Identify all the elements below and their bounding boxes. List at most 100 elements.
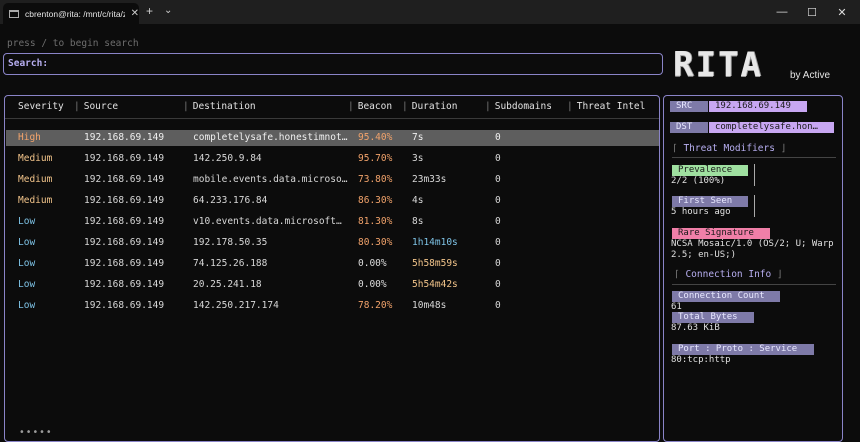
connection-info-title: ⌈ Connection Info ⌋ bbox=[674, 269, 783, 280]
section-title-text: Threat Modifiers bbox=[683, 143, 775, 154]
rare-signature-value-line1: NCSA Mosaic/1.0 (OS/2; U; Warp bbox=[671, 239, 834, 249]
minimize-button[interactable]: — bbox=[767, 3, 797, 21]
prevalence-bar bbox=[754, 164, 755, 186]
port-proto-service-value: 80:tcp:http bbox=[671, 355, 731, 365]
cell-severity: Medium bbox=[18, 153, 53, 164]
column-header-label: Duration bbox=[411, 101, 458, 112]
cell-duration: 8s bbox=[412, 216, 424, 227]
total-bytes-value: 87.63 KiB bbox=[671, 323, 720, 333]
new-tab-button[interactable]: + bbox=[146, 4, 153, 18]
title-bar: cbrenton@rita: /mnt/c/rita/ze ✕ + ⌄ — ☐ … bbox=[0, 0, 860, 24]
pagination-dots[interactable]: ••••• bbox=[19, 427, 53, 438]
column-header-source[interactable]: | Source bbox=[74, 101, 118, 112]
cell-subdomains: 0 bbox=[495, 216, 501, 227]
dst-label: DST bbox=[670, 122, 708, 133]
table-row[interactable]: Low 192.168.69.149 v10.events.data.microso… bbox=[6, 214, 659, 230]
column-header-destination[interactable]: | Destination bbox=[183, 101, 256, 112]
threat-modifiers-title: ⌈ Threat Modifiers ⌋ bbox=[672, 143, 787, 154]
table-header: Severity | Source | Destination | Beacon | D… bbox=[5, 101, 659, 115]
tab-dropdown-button[interactable]: ⌄ bbox=[164, 4, 172, 18]
cell-destination: 192.178.50.35 bbox=[193, 237, 268, 248]
cell-source: 192.168.69.149 bbox=[84, 174, 165, 185]
cell-severity: Low bbox=[18, 300, 36, 311]
table-row[interactable]: Medium 192.168.69.149 142.250.9.84 95.70% 3s… bbox=[6, 151, 659, 167]
maximize-button[interactable]: ☐ bbox=[797, 3, 827, 21]
cell-source: 192.168.69.149 bbox=[84, 195, 165, 206]
column-header-subdomains[interactable]: | Subdomains bbox=[485, 101, 552, 112]
cell-destination: 64.233.176.84 bbox=[193, 195, 268, 206]
port-proto-service-label: Port : Proto : Service bbox=[672, 344, 814, 355]
cell-subdomains: 0 bbox=[495, 153, 501, 164]
terminal-tab[interactable]: cbrenton@rita: /mnt/c/rita/ze ✕ bbox=[3, 3, 139, 24]
first-seen-label: First Seen bbox=[672, 196, 748, 207]
column-header-beacon[interactable]: | Beacon bbox=[348, 101, 392, 112]
cell-destination: 142.250.9.84 bbox=[193, 153, 262, 164]
section-title-text: Connection Info bbox=[685, 269, 772, 280]
table-row[interactable]: Low 192.168.69.149 142.250.217.174 78.20% 10… bbox=[6, 298, 659, 314]
cell-subdomains: 0 bbox=[495, 279, 501, 290]
cell-beacon: 81.30% bbox=[358, 216, 393, 227]
cell-destination: mobile.events.data.microso… bbox=[193, 174, 348, 185]
connection-count-label: Connection Count bbox=[672, 291, 780, 302]
header-divider bbox=[5, 118, 659, 119]
cell-severity: Medium bbox=[18, 174, 53, 185]
cell-severity: Low bbox=[18, 258, 36, 269]
table-row[interactable]: Medium 192.168.69.149 mobile.events.data.m… bbox=[6, 172, 659, 188]
connection-count-value: 61 bbox=[671, 302, 682, 312]
cell-beacon: 80.30% bbox=[358, 237, 393, 248]
column-header-label: Threat Intel bbox=[576, 101, 646, 112]
cell-duration: 7s bbox=[412, 132, 424, 143]
cell-subdomains: 0 bbox=[495, 237, 501, 248]
cell-beacon: 86.30% bbox=[358, 195, 393, 206]
cell-source: 192.168.69.149 bbox=[84, 216, 165, 227]
column-header-label: Beacon bbox=[357, 101, 393, 112]
detail-panel: SRC 192.168.69.149 DST completelysafe.ho… bbox=[663, 95, 843, 442]
results-table: Severity | Source | Destination | Beacon | D… bbox=[4, 95, 660, 442]
column-header-threat-intel[interactable]: | Threat Intel bbox=[567, 101, 645, 112]
tab-close-icon[interactable]: ✕ bbox=[131, 8, 139, 19]
cell-subdomains: 0 bbox=[495, 258, 501, 269]
table-row[interactable]: Low 192.168.69.149 20.25.241.18 0.00% 5h54m4… bbox=[6, 277, 659, 293]
first-seen-bar bbox=[754, 195, 755, 217]
cell-source: 192.168.69.149 bbox=[84, 258, 165, 269]
cell-subdomains: 0 bbox=[495, 174, 501, 185]
cell-destination: 142.250.217.174 bbox=[193, 300, 279, 311]
cell-source: 192.168.69.149 bbox=[84, 300, 165, 311]
cell-severity: High bbox=[18, 132, 41, 143]
cell-beacon: 0.00% bbox=[358, 258, 387, 269]
cell-subdomains: 0 bbox=[495, 132, 501, 143]
column-header-label: Subdomains bbox=[494, 101, 552, 112]
rare-signature-label: Rare Signature bbox=[672, 228, 770, 239]
cell-severity: Low bbox=[18, 216, 36, 227]
table-row[interactable]: High 192.168.69.149 completelysafe.honesti… bbox=[6, 130, 659, 146]
cell-severity: Medium bbox=[18, 195, 53, 206]
cell-severity: Low bbox=[18, 279, 36, 290]
search-input[interactable]: Search: bbox=[3, 53, 663, 75]
first-seen-value: 5 hours ago bbox=[671, 207, 731, 217]
terminal-icon bbox=[9, 9, 19, 18]
cell-duration: 3s bbox=[412, 153, 424, 164]
close-window-button[interactable]: ✕ bbox=[827, 3, 857, 21]
src-label: SRC bbox=[670, 101, 708, 112]
column-header-label: Source bbox=[83, 101, 119, 112]
cell-source: 192.168.69.149 bbox=[84, 132, 165, 143]
table-row[interactable]: Medium 192.168.69.149 64.233.176.84 86.30% 4… bbox=[6, 193, 659, 209]
cell-severity: Low bbox=[18, 237, 36, 248]
cell-subdomains: 0 bbox=[495, 195, 501, 206]
column-header-duration[interactable]: | Duration bbox=[402, 101, 458, 112]
cell-duration: 4s bbox=[412, 195, 424, 206]
rare-signature-value-line2: 2.5; en-US;) bbox=[671, 250, 737, 260]
search-hint: press / to begin search bbox=[7, 38, 139, 49]
column-header-label: Destination bbox=[192, 101, 256, 112]
section-divider bbox=[672, 157, 836, 158]
cell-duration: 5h54m42s bbox=[412, 279, 458, 290]
cell-destination: 74.125.26.188 bbox=[193, 258, 268, 269]
table-row[interactable]: Low 192.168.69.149 74.125.26.188 0.00% 5h58m… bbox=[6, 256, 659, 272]
prevalence-value: 2/2 (100%) bbox=[671, 176, 726, 186]
cell-source: 192.168.69.149 bbox=[84, 237, 165, 248]
column-header-severity[interactable]: Severity bbox=[18, 101, 64, 112]
cell-beacon: 95.40% bbox=[358, 132, 393, 143]
table-row[interactable]: Low 192.168.69.149 192.178.50.35 80.30% 1h14… bbox=[6, 235, 659, 251]
cell-beacon: 73.80% bbox=[358, 174, 393, 185]
cell-source: 192.168.69.149 bbox=[84, 279, 165, 290]
